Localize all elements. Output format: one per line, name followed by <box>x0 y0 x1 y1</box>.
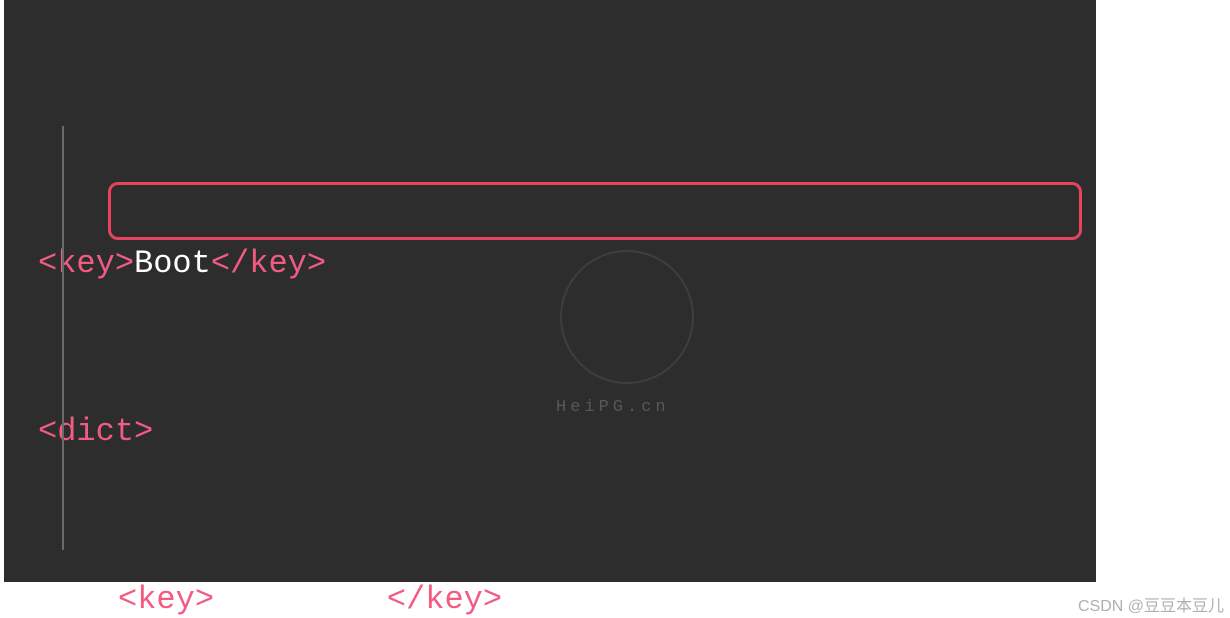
xml-tag-close: </key> <box>387 581 502 618</box>
xml-tag-open: <key> <box>38 245 134 282</box>
xml-tag-open: <key> <box>118 581 214 618</box>
xml-text: Arguments <box>214 581 387 618</box>
indent-guide <box>62 126 64 550</box>
xml-tag-close: </key> <box>211 245 326 282</box>
code-block: <key>Boot</key> <dict> <key>Arguments</k… <box>4 0 1096 582</box>
code-line: <dict> <box>4 404 1096 460</box>
code-line: <key>Boot</key> <box>4 236 1096 292</box>
highlight-box <box>108 182 1082 240</box>
csdn-watermark: CSDN @豆豆本豆儿 <box>1078 592 1224 616</box>
xml-tag-open: <dict> <box>38 413 153 450</box>
xml-text: Boot <box>134 245 211 282</box>
code-line: <key>Arguments</key> <box>4 572 1096 618</box>
